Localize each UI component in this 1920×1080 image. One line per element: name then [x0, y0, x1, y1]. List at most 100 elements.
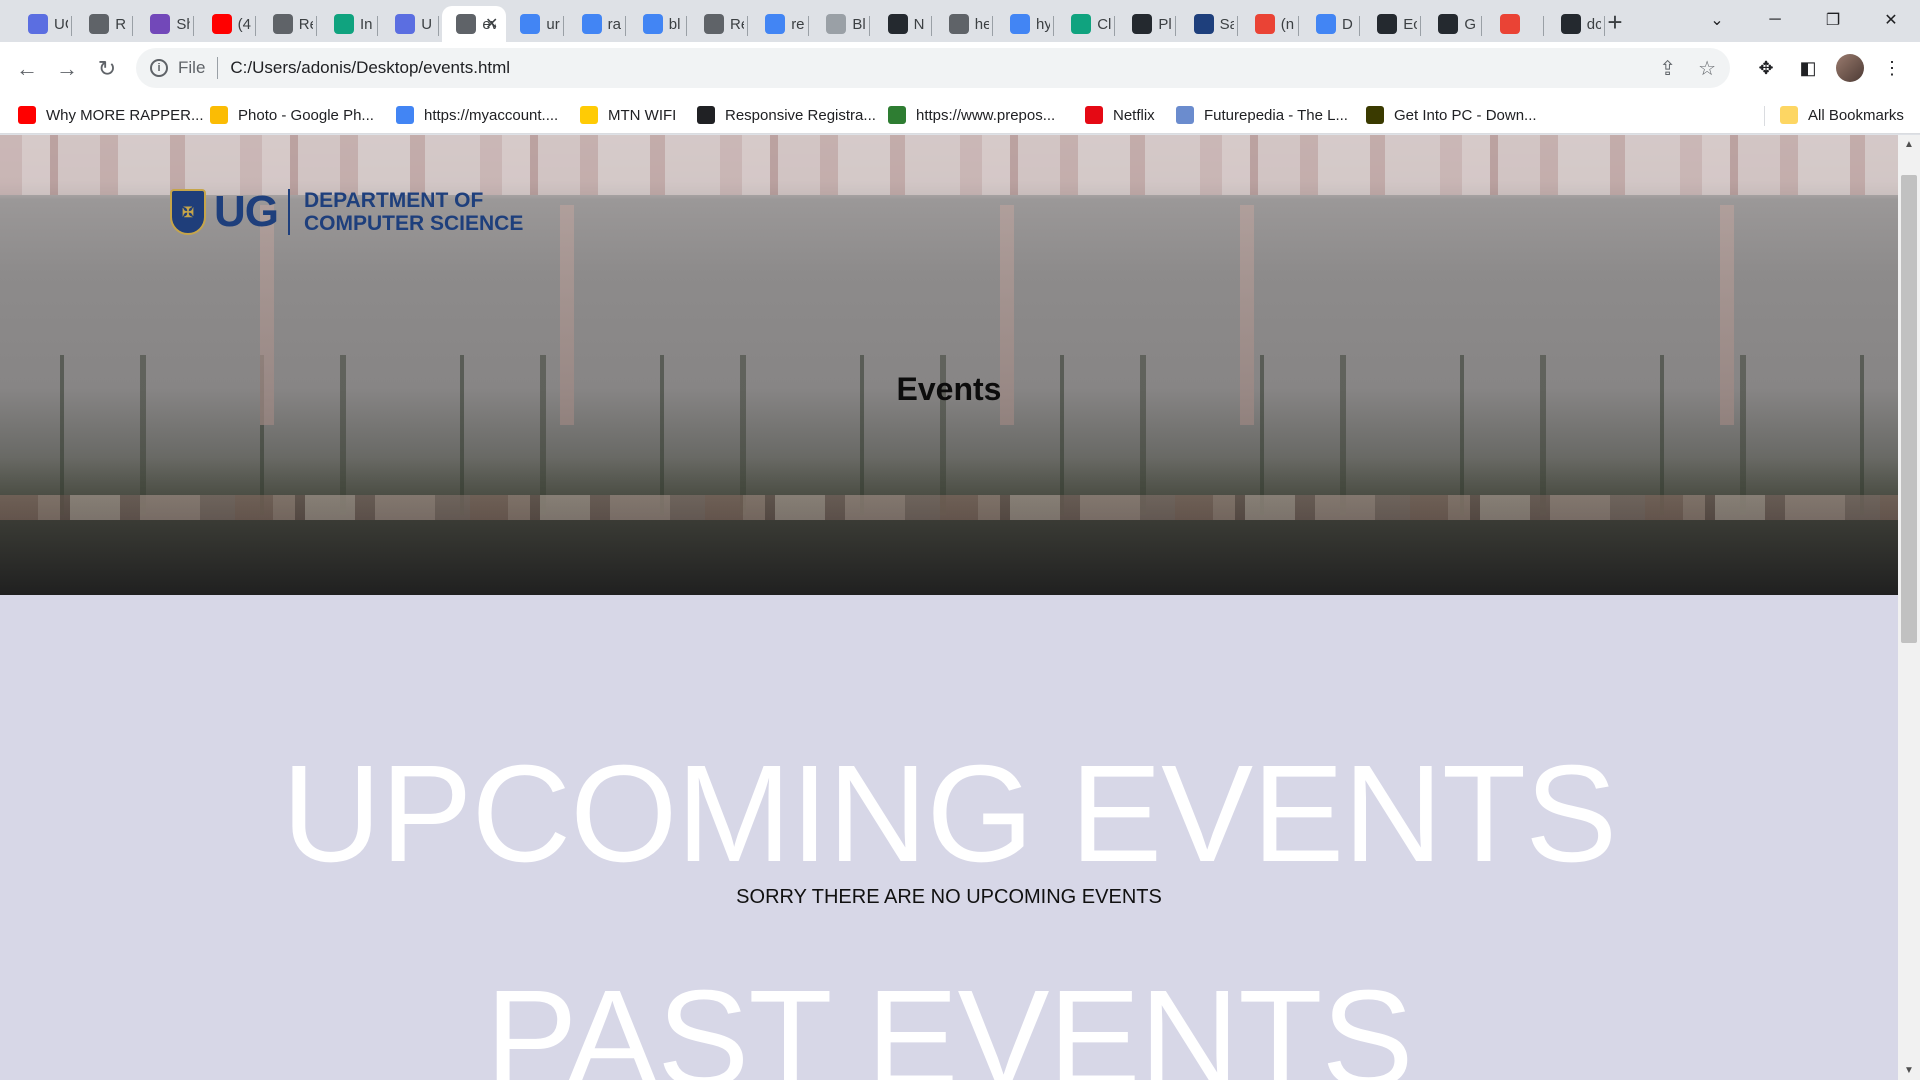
forms-icon [150, 14, 171, 34]
google-icon [765, 14, 786, 34]
tab-search-icon[interactable]: ⌄ [1688, 0, 1746, 40]
toolbar-right: ✥ ◧ ⋮ [1752, 52, 1906, 84]
browser-tab[interactable]: UG [14, 6, 72, 42]
folder-icon [1780, 106, 1798, 124]
browser-tab[interactable]: Ec [1363, 6, 1422, 42]
share-icon[interactable]: ⇪ [1659, 56, 1676, 81]
tab-label: Re [298, 15, 313, 33]
tab-label: he [974, 15, 989, 33]
close-tab-icon[interactable]: ✕ [485, 14, 498, 34]
tab-separator [315, 16, 317, 36]
department-logo[interactable]: ✠ UG DEPARTMENT OF COMPUTER SCIENCE [170, 187, 523, 237]
browser-tab[interactable]: N [874, 6, 932, 42]
tab-separator [1114, 16, 1116, 36]
browser-tab[interactable]: Sa [1180, 6, 1238, 42]
back-button[interactable]: ← [10, 52, 44, 86]
ug-crest-icon: ✠ [170, 189, 206, 235]
address-url[interactable]: C:/Users/adonis/Desktop/events.html [230, 58, 510, 78]
bookmark-item[interactable]: Responsive Registra... [697, 104, 876, 126]
scroll-down-icon[interactable]: ▼ [1904, 1065, 1914, 1076]
scroll-up-icon[interactable]: ▲ [1904, 139, 1914, 150]
browser-tab[interactable]: (4 [198, 6, 256, 42]
tab-label: dc [1586, 15, 1601, 33]
file-icon [456, 14, 477, 34]
no-upcoming-events-message: SORRY THERE ARE NO UPCOMING EVENTS [736, 886, 1162, 908]
browser-tab[interactable]: hy [996, 6, 1054, 42]
bookmark-item[interactable]: https://myaccount.... [396, 104, 558, 126]
bookmark-item[interactable]: Photo - Google Ph... [210, 104, 374, 126]
browser-tab[interactable]: Pl [1118, 6, 1177, 42]
browser-tab[interactable]: ev ✕ [442, 6, 507, 42]
bookmark-item[interactable]: Futurepedia - The L... [1176, 104, 1348, 126]
tab-label: Re [730, 15, 744, 33]
browser-tab[interactable]: D [1302, 6, 1360, 42]
browser-tab[interactable]: he [935, 6, 993, 42]
bookmark-item[interactable]: Get Into PC - Down... [1366, 104, 1537, 126]
browser-tab[interactable]: re [751, 6, 810, 42]
tab-separator [1175, 16, 1177, 36]
tab-separator [1359, 16, 1360, 36]
address-bar[interactable]: i File C:/Users/adonis/Desktop/events.ht… [136, 48, 1730, 88]
browser-tab[interactable]: U [381, 6, 440, 42]
minimize-button[interactable]: ─ [1746, 0, 1804, 40]
hero-reflection [0, 520, 1898, 595]
browser-tab[interactable] [1486, 6, 1544, 42]
tab-separator [71, 16, 72, 36]
browser-tab[interactable]: bl [629, 6, 687, 42]
tab-label: In [360, 15, 373, 33]
browser-tab[interactable]: Cl [1057, 6, 1116, 42]
tab-label: Cl [1097, 15, 1112, 33]
browser-tab[interactable]: Re [259, 6, 317, 42]
all-bookmarks[interactable]: All Bookmarks [1780, 104, 1904, 126]
prepostseo-icon [888, 106, 906, 124]
page-scrollbar[interactable]: ▲ ▼ [1898, 135, 1920, 1080]
bookmark-label: Why MORE RAPPER... [46, 106, 204, 124]
hero-top-band [0, 135, 1898, 195]
extensions-icon[interactable]: ✥ [1752, 52, 1780, 84]
bookmark-item[interactable]: MTN WIFI [580, 104, 676, 126]
browser-tab[interactable]: G [1424, 6, 1483, 42]
bookmark-label: Responsive Registra... [725, 106, 876, 124]
reload-button[interactable]: ↻ [90, 52, 124, 86]
tab-label: ra [607, 15, 621, 33]
page-viewport: ✠ UG DEPARTMENT OF COMPUTER SCIENCE Even… [0, 135, 1898, 1080]
browser-tab[interactable]: dc [1547, 6, 1605, 42]
tab-label: N [913, 15, 925, 33]
browser-tab[interactable]: (n [1241, 6, 1299, 42]
tab-label: R [115, 15, 127, 33]
tab-separator [132, 16, 134, 36]
browser-tab[interactable]: Bl [812, 6, 871, 42]
bookmark-item[interactable]: Why MORE RAPPER... [18, 104, 204, 126]
gmail-icon [1499, 14, 1520, 34]
github-icon [887, 14, 908, 34]
browser-tab[interactable]: In [320, 6, 378, 42]
profile-avatar[interactable] [1836, 54, 1864, 82]
window-controls: ⌄ ─ ❐ ✕ [1688, 0, 1920, 40]
past-events-heading: PAST EVENTS [485, 962, 1413, 1080]
browser-tab[interactable]: Sh [136, 6, 195, 42]
google-icon [396, 106, 414, 124]
tab-label: G [1464, 15, 1477, 33]
browser-tab[interactable]: ur [506, 6, 565, 42]
close-window-button[interactable]: ✕ [1862, 0, 1920, 40]
dots-icon [826, 14, 847, 34]
menu-icon[interactable]: ⋮ [1878, 52, 1906, 84]
tab-label: ur [546, 15, 560, 33]
forward-button[interactable]: → [50, 52, 84, 86]
side-panel-icon[interactable]: ◧ [1794, 52, 1822, 84]
site-info-icon[interactable]: i [150, 59, 168, 77]
bookmark-label: Photo - Google Ph... [238, 106, 374, 124]
gmail-icon [1254, 14, 1275, 34]
address-actions: ⇪ ☆ [1659, 56, 1716, 81]
bookmark-item[interactable]: https://www.prepos... [888, 104, 1055, 126]
scrollbar-thumb[interactable] [1901, 175, 1917, 643]
browser-tab[interactable]: Re [690, 6, 748, 42]
netflix-icon [1085, 106, 1103, 124]
docs-icon [1316, 14, 1336, 34]
bookmark-star-icon[interactable]: ☆ [1698, 56, 1716, 81]
browser-tab[interactable]: R [75, 6, 134, 42]
restore-button[interactable]: ❐ [1804, 0, 1862, 40]
browser-tab[interactable]: ra [568, 6, 626, 42]
ug-icon [28, 14, 48, 34]
bookmark-item[interactable]: Netflix [1085, 104, 1155, 126]
